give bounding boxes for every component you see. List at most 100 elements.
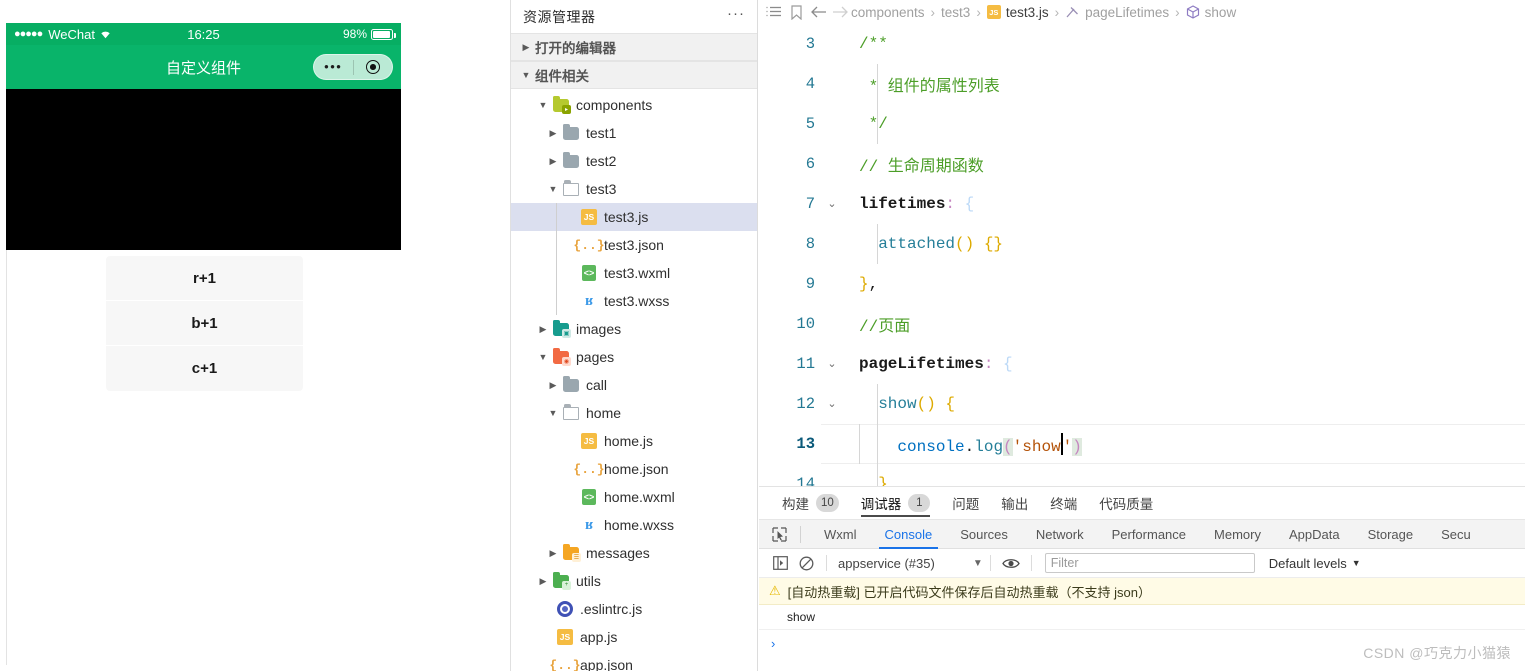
code-text: console.log('show ') <box>843 432 1082 456</box>
fold-chevron-icon[interactable]: ⌄ <box>821 357 843 371</box>
tree-item-eslintrc[interactable]: .eslintrc.js <box>511 595 757 623</box>
explorer-section-open-editors[interactable]: ▶ 打开的编辑器 <box>511 33 757 61</box>
capsule-button[interactable]: ••• <box>313 54 393 80</box>
tree-item-utils[interactable]: ▶ + utils <box>511 567 757 595</box>
levels-label: Default levels <box>1268 555 1347 571</box>
fold-chevron-icon[interactable]: ⌄ <box>821 397 843 411</box>
code-line-11: 11 ⌄ pageLifetimes: { <box>759 344 1525 384</box>
chevron-down-icon[interactable]: ▼ <box>545 184 561 194</box>
folder-icon <box>561 375 581 392</box>
tree-item-app-json[interactable]: {..} app.json <box>511 651 757 671</box>
capsule-menu-icon[interactable]: ••• <box>314 60 353 73</box>
tree-item-pages[interactable]: ▼ ◉ pages <box>511 343 757 371</box>
chevron-down-icon[interactable]: ▼ <box>517 70 535 80</box>
live-expression-icon[interactable] <box>998 557 1024 570</box>
tree-item-home-js[interactable]: JS home.js <box>511 427 757 455</box>
arrow-left-icon[interactable] <box>807 5 829 19</box>
devtools-tab-appdata[interactable]: AppData <box>1275 519 1354 549</box>
code-text: show() { <box>878 395 956 413</box>
breadcrumb-item-test3[interactable]: test3 <box>941 5 970 20</box>
tab-terminal[interactable]: 终端 <box>1039 487 1088 519</box>
property-icon <box>1065 6 1080 19</box>
js-file-icon: JS <box>986 5 1001 19</box>
arrow-right-icon[interactable] <box>829 5 851 19</box>
devtools-tab-storage[interactable]: Storage <box>1354 519 1428 549</box>
show-console-sidebar-icon[interactable] <box>767 556 793 570</box>
tab-build[interactable]: 构建 10 <box>771 487 850 519</box>
tree-item-test3-json[interactable]: {..} test3.json <box>511 231 757 259</box>
devtools-tab-wxml[interactable]: Wxml <box>810 519 871 549</box>
tree-item-test1[interactable]: ▶ test1 <box>511 119 757 147</box>
inspect-element-icon[interactable] <box>767 526 791 542</box>
devtools-tab-console[interactable]: Console <box>871 519 947 549</box>
chevron-right-icon[interactable]: ▶ <box>545 548 561 558</box>
devtools-tab-sources[interactable]: Sources <box>946 519 1022 549</box>
simulator-button-group: r+1 b+1 c+1 <box>106 256 303 391</box>
code-line-13[interactable]: 13 console.log('show ') <box>759 424 1525 464</box>
devtools-tab-performance[interactable]: Performance <box>1098 519 1200 549</box>
devtools-tab-security[interactable]: Secu <box>1427 519 1485 549</box>
chevron-right-icon[interactable]: ▶ <box>535 576 551 586</box>
tree-item-test3-js[interactable]: JS test3.js <box>511 203 757 231</box>
watermark: CSDN @巧克力小猫猿 <box>1363 645 1511 661</box>
breadcrumb-separator: › <box>930 4 936 20</box>
tree-item-app-js[interactable]: JS app.js <box>511 623 757 651</box>
eslint-file-icon <box>555 601 575 617</box>
devtools-tab-network[interactable]: Network <box>1022 519 1098 549</box>
tree-item-test2[interactable]: ▶ test2 <box>511 147 757 175</box>
ellipsis-icon[interactable]: ··· <box>727 6 745 24</box>
tree-label: app.json <box>580 657 633 671</box>
tree-item-test3-wxss[interactable]: ᴚ test3.wxss <box>511 287 757 315</box>
tab-output[interactable]: 输出 <box>990 487 1039 519</box>
tree-item-home-wxml[interactable]: <> home.wxml <box>511 483 757 511</box>
tab-problems[interactable]: 问题 <box>941 487 990 519</box>
explorer-section-components[interactable]: ▼ 组件相关 <box>511 61 757 89</box>
code-text: * 组件的属性列表 <box>859 78 1000 96</box>
sim-button-r[interactable]: r+1 <box>106 256 303 301</box>
tree-item-home-json[interactable]: {..} home.json <box>511 455 757 483</box>
devtools-tab-memory[interactable]: Memory <box>1200 519 1275 549</box>
tree-item-test3-wxml[interactable]: <> test3.wxml <box>511 259 757 287</box>
console-filter-input[interactable]: Filter <box>1044 553 1255 573</box>
chevron-down-icon[interactable]: ▼ <box>1352 558 1361 568</box>
folder-utils-icon: + <box>551 571 571 590</box>
breadcrumb-item-show[interactable]: show <box>1205 5 1237 20</box>
fold-chevron-icon[interactable]: ⌄ <box>821 197 843 211</box>
breadcrumb-item-pageLifetimes[interactable]: pageLifetimes <box>1085 5 1169 20</box>
clear-console-icon[interactable] <box>793 556 819 571</box>
tree-item-call[interactable]: ▶ call <box>511 371 757 399</box>
chevron-down-icon[interactable]: ▼ <box>535 100 551 110</box>
chevron-right-icon[interactable]: ▶ <box>517 42 535 52</box>
tree-item-test3[interactable]: ▼ test3 <box>511 175 757 203</box>
console-levels-selector[interactable]: Default levels ▼ <box>1269 556 1361 571</box>
chevron-right-icon[interactable]: ▶ <box>535 324 551 334</box>
folder-messages-icon: ☰ <box>561 543 581 562</box>
chevron-down-icon[interactable]: ▼ <box>973 558 983 569</box>
tab-label: 问题 <box>952 497 980 512</box>
chevron-right-icon[interactable]: ▶ <box>545 128 561 138</box>
chevron-right-icon[interactable]: ▶ <box>545 380 561 390</box>
breadcrumb-item-components[interactable]: components <box>851 5 925 20</box>
code-line-10: 10 //页面 <box>759 304 1525 344</box>
capsule-close-icon[interactable] <box>354 60 393 74</box>
outline-list-icon[interactable] <box>763 6 785 19</box>
line-number: 12 <box>796 395 815 413</box>
tree-item-components[interactable]: ▼ ▸ components <box>511 91 757 119</box>
console-context-selector[interactable]: appservice (#35) <box>834 556 939 571</box>
breadcrumb-item-file[interactable]: test3.js <box>1006 5 1049 20</box>
tree-item-home-wxss[interactable]: ᴚ home.wxss <box>511 511 757 539</box>
bookmark-icon[interactable] <box>785 4 807 20</box>
sim-button-c[interactable]: c+1 <box>106 346 303 391</box>
line-number: 10 <box>796 315 815 333</box>
tree-item-home[interactable]: ▼ home <box>511 399 757 427</box>
chevron-down-icon[interactable]: ▼ <box>535 352 551 362</box>
code-content[interactable]: 3 /** 4 * 组件的属性列表 5 */ 6 // 生命周期函数 7 ⌄ l… <box>759 24 1525 486</box>
tab-code-quality[interactable]: 代码质量 <box>1088 487 1164 519</box>
sim-button-b[interactable]: b+1 <box>106 301 303 346</box>
tree-item-messages[interactable]: ▶ ☰ messages <box>511 539 757 567</box>
tree-item-images[interactable]: ▶ ▣ images <box>511 315 757 343</box>
tree-label: test3 <box>586 181 617 197</box>
tab-debugger[interactable]: 调试器 1 <box>850 487 942 519</box>
chevron-down-icon[interactable]: ▼ <box>545 408 561 418</box>
chevron-right-icon[interactable]: ▶ <box>545 156 561 166</box>
